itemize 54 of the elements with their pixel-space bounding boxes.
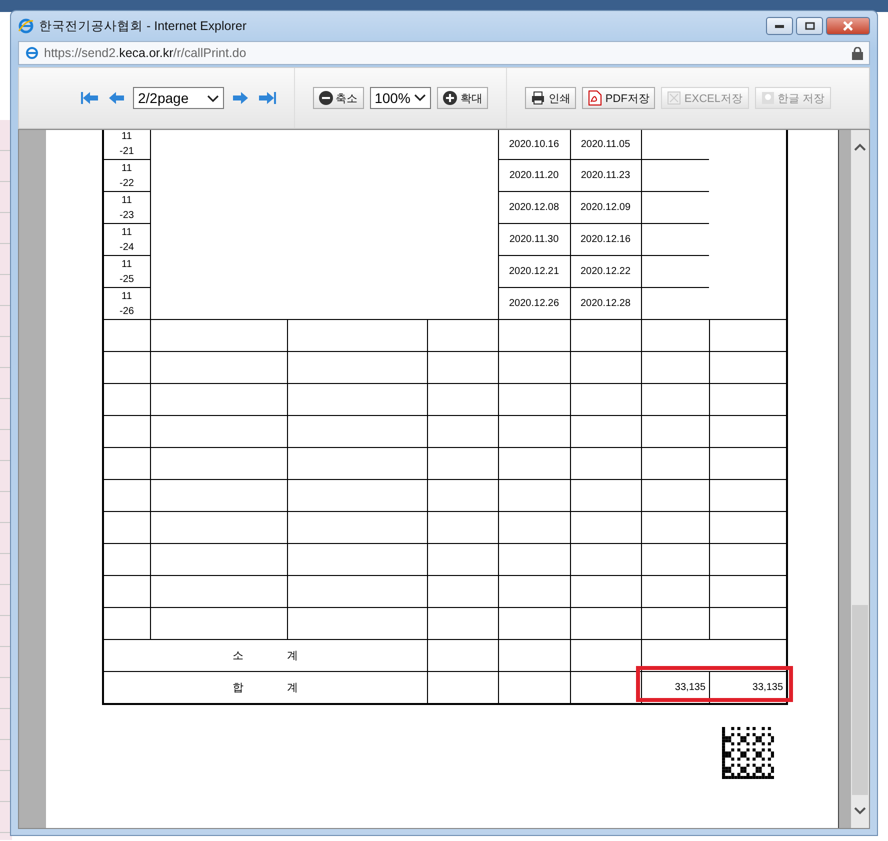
table-cell: 2020.12.16 — [570, 224, 642, 256]
table-cell: 합 계 — [103, 672, 427, 704]
table-cell: 2020.11.30 — [498, 224, 570, 256]
scroll-up-icon[interactable] — [854, 142, 866, 152]
first-page-icon[interactable] — [81, 90, 101, 106]
scrollbar[interactable] — [851, 130, 869, 828]
plus-icon — [443, 91, 458, 105]
minimize-button[interactable] — [766, 17, 793, 35]
page-select[interactable]: 2/2page — [133, 87, 224, 109]
table-cell: 2020.12.08 — [498, 192, 570, 224]
table-cell: 2020.11.05 — [570, 130, 642, 160]
table-cell: 11 -22 — [103, 160, 150, 192]
scroll-thumb[interactable] — [852, 605, 868, 795]
table-cell: 2020.12.21 — [498, 256, 570, 288]
table-cell: 2020.12.26 — [498, 288, 570, 320]
qr-code-icon — [722, 727, 774, 779]
table-cell: 11 -25 — [103, 256, 150, 288]
maximize-button[interactable] — [796, 17, 823, 35]
pdf-button[interactable]: PDF저장 — [582, 87, 656, 109]
browser-icon — [25, 46, 39, 60]
browser-icon — [18, 18, 34, 34]
zoom-in-button[interactable]: 확대 — [437, 87, 488, 109]
table-cell: 2020.12.28 — [570, 288, 642, 320]
table-cell: 2020.11.23 — [570, 160, 642, 192]
caret-icon — [206, 95, 219, 103]
table-cell: 33,135 — [641, 672, 710, 704]
table-cell: 2020.11.20 — [498, 160, 570, 192]
table-cell: 11 -24 — [103, 224, 150, 256]
zoom-select[interactable]: 100% — [370, 87, 432, 109]
table-cell: 11 -26 — [103, 288, 150, 320]
previous-page-icon[interactable] — [107, 90, 127, 106]
zoom-out-button[interactable]: 축소 — [312, 87, 364, 109]
scroll-down-icon[interactable] — [854, 806, 866, 816]
url-text: https://send2.keca.or.kr/r/callPrint.do — [44, 46, 246, 60]
table-cell: 33,135 — [709, 672, 788, 704]
table-cell: 2020.12.22 — [570, 256, 642, 288]
close-icon — [843, 21, 853, 31]
spreadsheet-icon — [667, 91, 682, 105]
window-title: 한국전기공사협회 - Internet Explorer — [39, 18, 247, 34]
printer-icon — [531, 91, 546, 105]
caret-icon — [414, 94, 426, 102]
close-button[interactable] — [826, 17, 870, 35]
table-cell: 2020.12.09 — [570, 192, 642, 224]
document-icon — [588, 90, 602, 106]
table-cell: 2020.10.16 — [498, 130, 570, 160]
maximize-icon — [804, 22, 814, 30]
minimize-icon — [775, 24, 784, 28]
minus-icon — [318, 91, 333, 105]
print-button[interactable]: 인쇄 — [525, 87, 576, 109]
table-cell: 11 -21 — [103, 130, 150, 160]
table-cell: 11 -23 — [103, 192, 150, 224]
lock-icon — [852, 46, 863, 60]
document-icon — [760, 91, 774, 105]
table-cell: 소 계 — [103, 640, 427, 672]
